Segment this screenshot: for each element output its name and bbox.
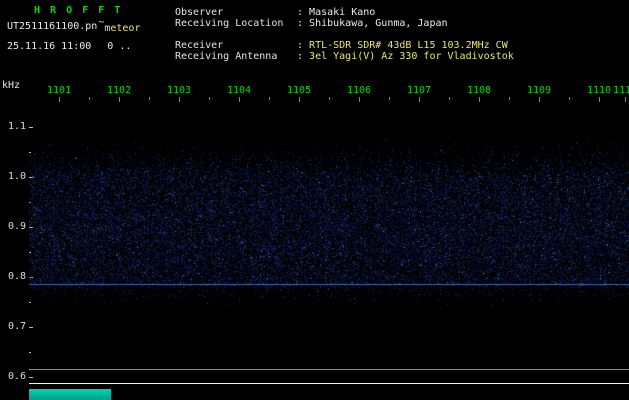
station-info-row: Receiving Antenna: 3el Yagi(V) Az 330 fo… (175, 51, 514, 62)
info-label: Receiver (175, 40, 297, 51)
station-info-row: Observer: Masaki Kano (175, 7, 375, 18)
info-value: RTL-SDR SDR# 43dB L15 103.2MHz CW (309, 40, 508, 51)
y-axis-tick-label: 0.7 (2, 321, 26, 333)
datetime-line: 25.11.16 11:00 0 .. (7, 41, 131, 52)
output-filename-line: UT2511161100.pn~meteor (7, 21, 140, 32)
station-info-row: Receiving Location: Shibukawa, Gunma, Ja… (175, 18, 448, 29)
info-colon: : (297, 51, 309, 62)
level-line-lower (29, 383, 629, 384)
info-label: Observer (175, 7, 297, 18)
y-axis-tick-label: 1.0 (2, 171, 26, 183)
y-axis-tick-label: 0.8 (2, 271, 26, 283)
observation-note: meteor (104, 23, 140, 34)
info-value: Shibukawa, Gunma, Japan (309, 18, 447, 29)
y-axis-tick-label: 0.6 (2, 371, 26, 383)
station-info: Observer: Masaki KanoReceiving Location:… (175, 0, 629, 64)
echo-count: 0 .. (107, 41, 131, 52)
hrofft-window: H R O F F T UT2511161100.pn~meteor 25.11… (0, 0, 629, 400)
datetime-label: 25.11.16 11:00 (7, 41, 91, 52)
info-colon: : (297, 18, 309, 29)
info-label: Receiving Location (175, 18, 297, 29)
y-axis-tick-label: 0.9 (2, 221, 26, 233)
info-value: 3el Yagi(V) Az 330 for Vladivostok (309, 51, 514, 62)
info-label: Receiving Antenna (175, 51, 297, 62)
output-filename: UT2511161100.pn (7, 21, 97, 32)
y-axis-unit-label: kHz (2, 80, 20, 91)
station-info-row: Receiver: RTL-SDR SDR# 43dB L15 103.2MHz… (175, 40, 508, 51)
level-line-upper (29, 369, 629, 370)
scale-legend-block (29, 389, 111, 400)
info-colon: : (297, 40, 309, 51)
info-value: Masaki Kano (309, 7, 375, 18)
app-title: H R O F F T (34, 5, 122, 16)
info-colon: : (297, 7, 309, 18)
y-axis-tick-label: 1.1 (2, 121, 26, 133)
spectrogram-canvas (29, 80, 629, 400)
